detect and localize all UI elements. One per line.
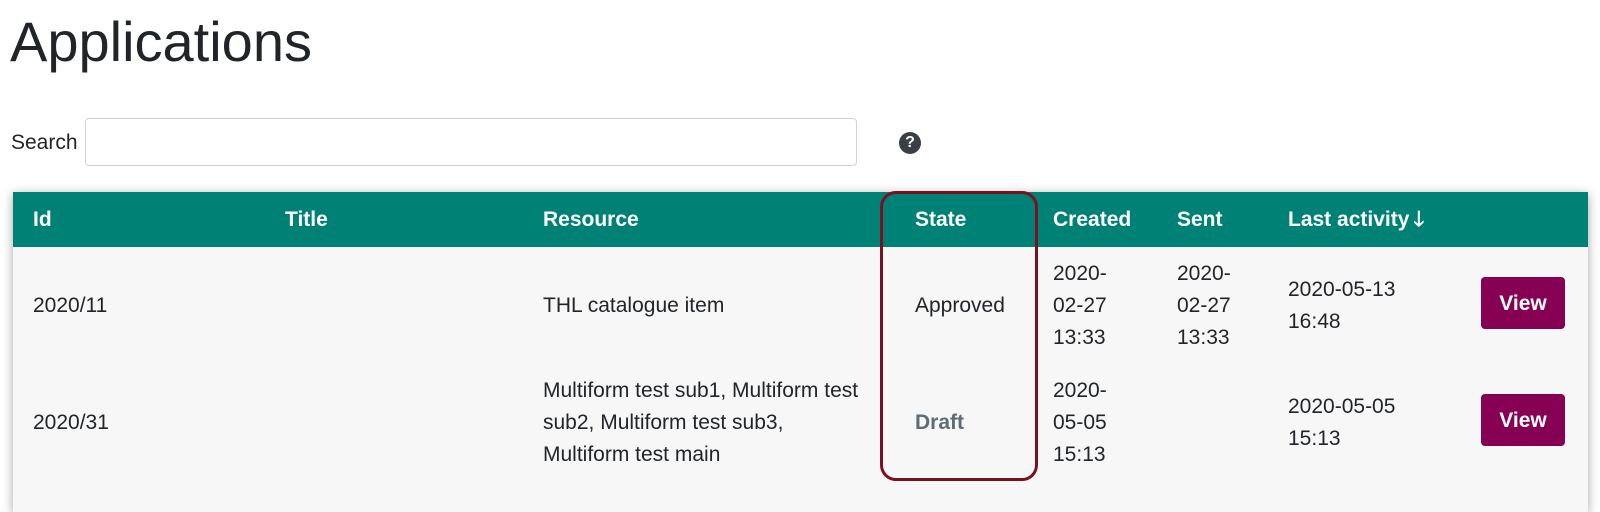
sent-line: 02-27 <box>1177 294 1231 317</box>
page-title: Applications <box>10 10 312 73</box>
view-button[interactable]: View <box>1481 394 1565 446</box>
created-line: 15:13 <box>1053 443 1106 466</box>
applications-table: Id Title Resource State Created Sent Las… <box>13 192 1588 512</box>
resource-line: Multiform test sub1, Multiform test <box>543 379 859 402</box>
sent-line: 13:33 <box>1177 326 1230 349</box>
cell-state: Draft <box>915 411 965 434</box>
created-line: 2020- <box>1053 262 1107 285</box>
cell-resource: THL catalogue item <box>543 290 724 322</box>
cell-state: Approved <box>915 294 1005 317</box>
column-header-title[interactable]: Title <box>285 192 328 247</box>
column-header-sent[interactable]: Sent <box>1177 192 1223 247</box>
view-button[interactable]: View <box>1481 277 1565 329</box>
last-activity-line: 16:48 <box>1288 310 1341 333</box>
cell-last-activity: 2020-05-13 16:48 <box>1288 274 1395 338</box>
created-line: 13:33 <box>1053 326 1106 349</box>
created-line: 02-27 <box>1053 294 1107 317</box>
question-circle-icon[interactable]: ? <box>899 132 921 154</box>
search-input[interactable] <box>85 118 857 166</box>
created-line: 05-05 <box>1053 411 1107 434</box>
resource-line: sub2, Multiform test sub3, <box>543 411 784 434</box>
created-line: 2020- <box>1053 379 1107 402</box>
last-activity-line: 15:13 <box>1288 427 1341 450</box>
cell-id: 2020/31 <box>33 411 109 434</box>
sent-line: 2020- <box>1177 262 1231 285</box>
column-header-resource[interactable]: Resource <box>543 192 639 247</box>
last-activity-line: 2020-05-05 <box>1288 395 1396 418</box>
cell-created: 2020- 05-05 15:13 <box>1053 375 1107 471</box>
resource-line: THL catalogue item <box>543 294 725 317</box>
table-header: Id Title Resource State Created Sent Las… <box>13 192 1588 247</box>
resource-line: Multiform test main <box>543 443 721 466</box>
table-row: 2020/11 THL catalogue item Approved 2020… <box>13 247 1588 365</box>
column-header-id[interactable]: Id <box>33 192 52 247</box>
table-row: 2020/31 Multiform test sub1, Multiform t… <box>13 365 1588 490</box>
cell-resource: Multiform test sub1, Multiform test sub2… <box>543 375 858 471</box>
cell-created: 2020- 02-27 13:33 <box>1053 258 1107 354</box>
arrow-down-icon: 🡓 <box>1413 208 1425 231</box>
column-header-last-activity-label: Last activity <box>1288 208 1410 231</box>
last-activity-line: 2020-05-13 <box>1288 278 1396 301</box>
cell-last-activity: 2020-05-05 15:13 <box>1288 391 1395 455</box>
column-header-created[interactable]: Created <box>1053 192 1131 247</box>
cell-id: 2020/11 <box>33 294 108 317</box>
column-header-state[interactable]: State <box>915 192 966 247</box>
cell-sent: 2020- 02-27 13:33 <box>1177 258 1231 354</box>
search-label: Search <box>11 131 78 154</box>
column-header-last-activity[interactable]: Last activity 🡓 <box>1288 192 1424 247</box>
